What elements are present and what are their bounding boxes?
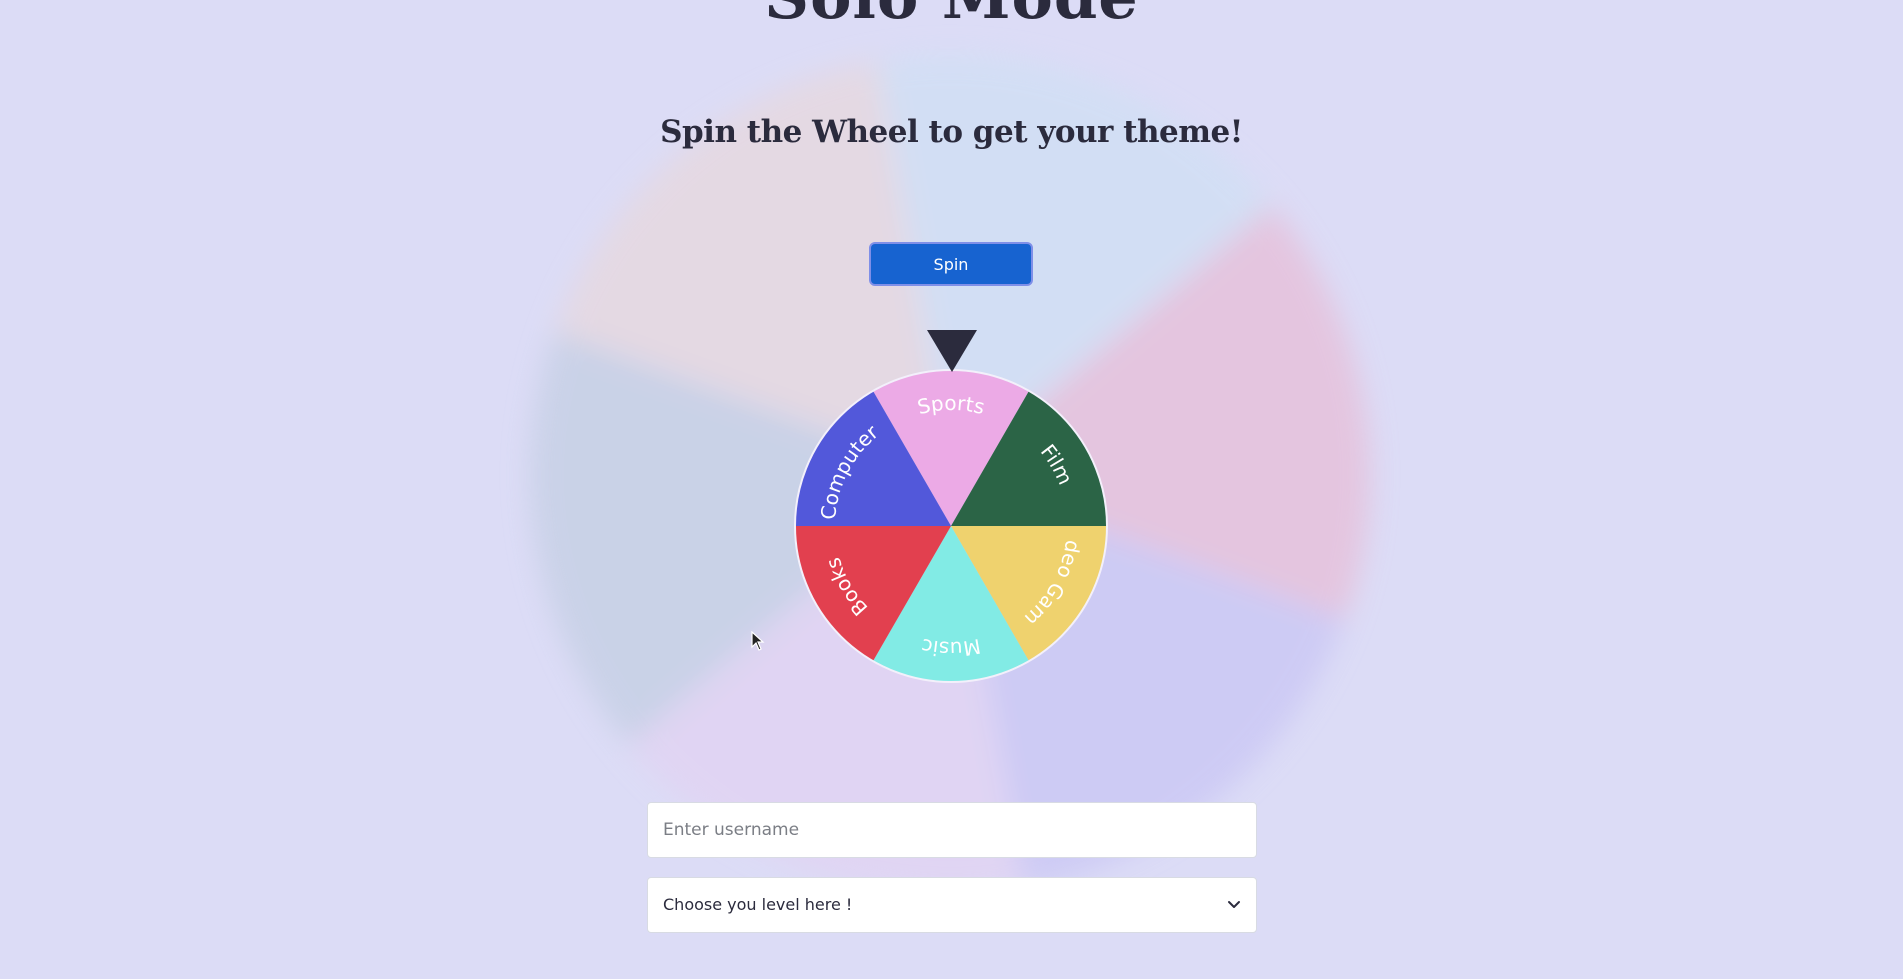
chevron-down-icon	[1228, 901, 1240, 908]
page-title: Solo Mode	[0, 0, 1903, 33]
username-input[interactable]	[647, 802, 1257, 858]
page-subtitle: Spin the Wheel to get your theme!	[660, 114, 1243, 150]
wheel-label: Computers	[0, 0, 883, 521]
spin-button[interactable]: Spin	[869, 242, 1033, 286]
mouse-cursor-icon	[751, 631, 765, 651]
level-select-value: Choose you level here !	[663, 895, 853, 914]
level-select[interactable]: Choose you level here !	[647, 877, 1257, 933]
wheel-pointer-icon	[927, 330, 977, 372]
